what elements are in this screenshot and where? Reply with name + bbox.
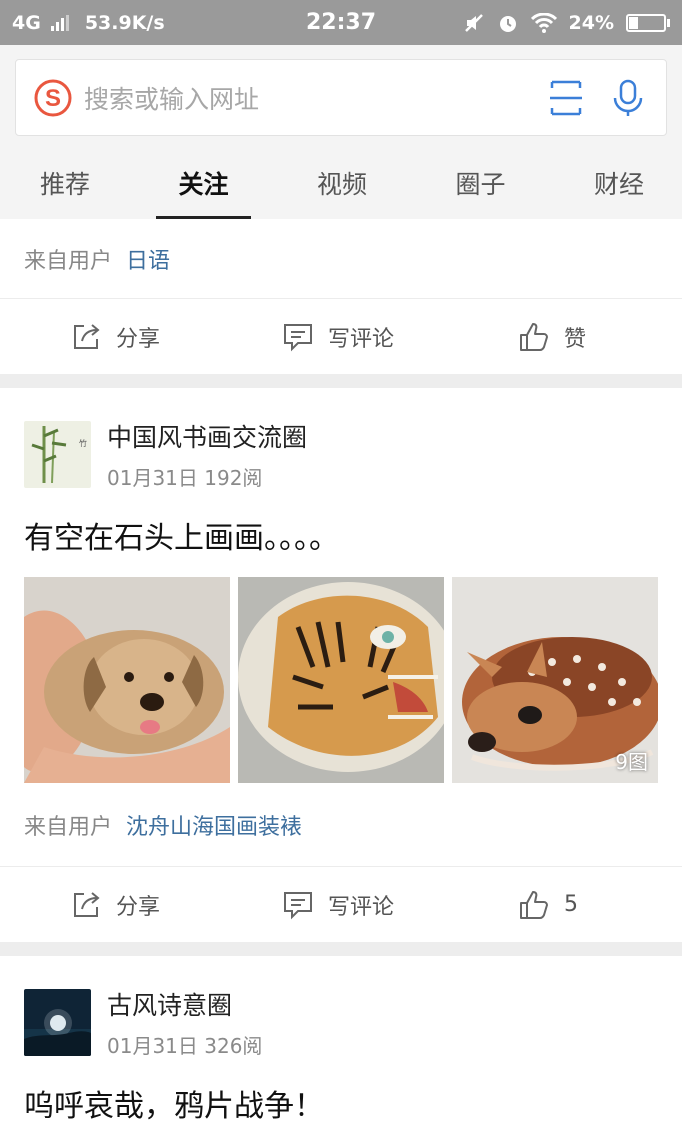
like-label: 赞 bbox=[564, 326, 587, 352]
divider bbox=[0, 374, 682, 388]
from-user-link[interactable]: 日语 bbox=[126, 243, 170, 275]
battery-percent: 24% bbox=[568, 11, 614, 34]
microphone-icon[interactable] bbox=[608, 78, 648, 118]
svg-text:S: S bbox=[45, 85, 61, 112]
tab-video[interactable]: 视频 bbox=[317, 151, 367, 219]
circle-name[interactable]: 古风诗意圈 bbox=[107, 986, 262, 1022]
alarm-icon bbox=[499, 15, 516, 32]
post-title[interactable]: 呜呼哀哉，鸦片战争！ bbox=[0, 1081, 682, 1125]
thumbs-up-icon bbox=[520, 322, 549, 351]
from-user-link[interactable]: 沈舟山海国画装裱 bbox=[126, 809, 302, 841]
comment-icon bbox=[284, 891, 313, 919]
scan-icon[interactable] bbox=[546, 78, 586, 118]
post-image[interactable] bbox=[24, 577, 230, 783]
action-bar: 分享 写评论 5 bbox=[0, 867, 682, 942]
post-meta: 01月31日 192阅 bbox=[107, 466, 263, 490]
category-tabs: 推荐 关注 视频 圈子 财经 bbox=[0, 151, 682, 219]
puppy-image bbox=[24, 577, 230, 783]
network-speed: 53.9K/s bbox=[84, 11, 165, 34]
share-label: 分享 bbox=[116, 326, 161, 352]
circle-avatar[interactable] bbox=[24, 989, 91, 1056]
status-bar: 4G 53.9K/s 22:37 24% bbox=[0, 0, 682, 45]
comment-icon bbox=[284, 323, 313, 351]
like-button[interactable]: 赞 bbox=[518, 321, 586, 353]
like-count: 5 bbox=[564, 892, 579, 917]
feed-post[interactable]: 竹 中国风书画交流圈 01月31日 192阅 有空在石头上画画。。。。 9图 来… bbox=[0, 388, 682, 942]
share-label: 分享 bbox=[116, 894, 161, 920]
share-button[interactable]: 分享 bbox=[70, 321, 160, 353]
tab-following[interactable]: 关注 bbox=[156, 151, 251, 219]
search-input[interactable]: 搜索或输入网址 bbox=[84, 80, 524, 116]
post-source: 来自用户 沈舟山海国画装裱 bbox=[0, 783, 682, 867]
svg-text:竹: 竹 bbox=[79, 438, 87, 448]
post-meta: 01月31日 326阅 bbox=[107, 1034, 263, 1058]
signal-icon bbox=[50, 14, 69, 31]
image-count-badge: 9图 bbox=[615, 750, 648, 774]
wifi-icon bbox=[530, 12, 557, 33]
post-source: 来自用户 日语 bbox=[0, 219, 682, 299]
mute-icon bbox=[464, 13, 483, 32]
tiger-image bbox=[238, 577, 444, 783]
feed-post[interactable]: 古风诗意圈 01月31日 326阅 呜呼哀哉，鸦片战争！ bbox=[0, 956, 682, 1125]
divider bbox=[0, 942, 682, 956]
comment-label: 写评论 bbox=[328, 894, 395, 920]
battery-icon bbox=[626, 13, 670, 32]
circle-name[interactable]: 中国风书画交流圈 bbox=[107, 418, 307, 454]
share-icon bbox=[74, 891, 100, 917]
like-button[interactable]: 5 bbox=[518, 889, 578, 921]
comment-label: 写评论 bbox=[328, 326, 395, 352]
post-image[interactable]: 9图 bbox=[452, 577, 658, 783]
action-bar: 分享 写评论 赞 bbox=[0, 299, 682, 374]
from-label: 来自用户 bbox=[24, 248, 113, 274]
tab-finance[interactable]: 财经 bbox=[594, 151, 644, 219]
circle-avatar[interactable]: 竹 bbox=[24, 421, 91, 488]
share-icon bbox=[74, 323, 100, 349]
comment-button[interactable]: 写评论 bbox=[282, 889, 394, 921]
sogou-logo-icon: S bbox=[34, 79, 72, 116]
thumbs-up-icon bbox=[520, 890, 549, 919]
image-grid: 9图 bbox=[0, 577, 682, 783]
from-label: 来自用户 bbox=[24, 814, 113, 840]
search-bar[interactable]: S 搜索或输入网址 bbox=[15, 59, 667, 136]
network-type: 4G bbox=[12, 11, 41, 34]
tab-circles[interactable]: 圈子 bbox=[455, 151, 505, 219]
post-title[interactable]: 有空在石头上画画。。。。 bbox=[0, 513, 682, 557]
share-button[interactable]: 分享 bbox=[70, 889, 160, 921]
post-image[interactable] bbox=[238, 577, 444, 783]
comment-button[interactable]: 写评论 bbox=[282, 321, 394, 353]
tab-recommend[interactable]: 推荐 bbox=[40, 151, 90, 219]
